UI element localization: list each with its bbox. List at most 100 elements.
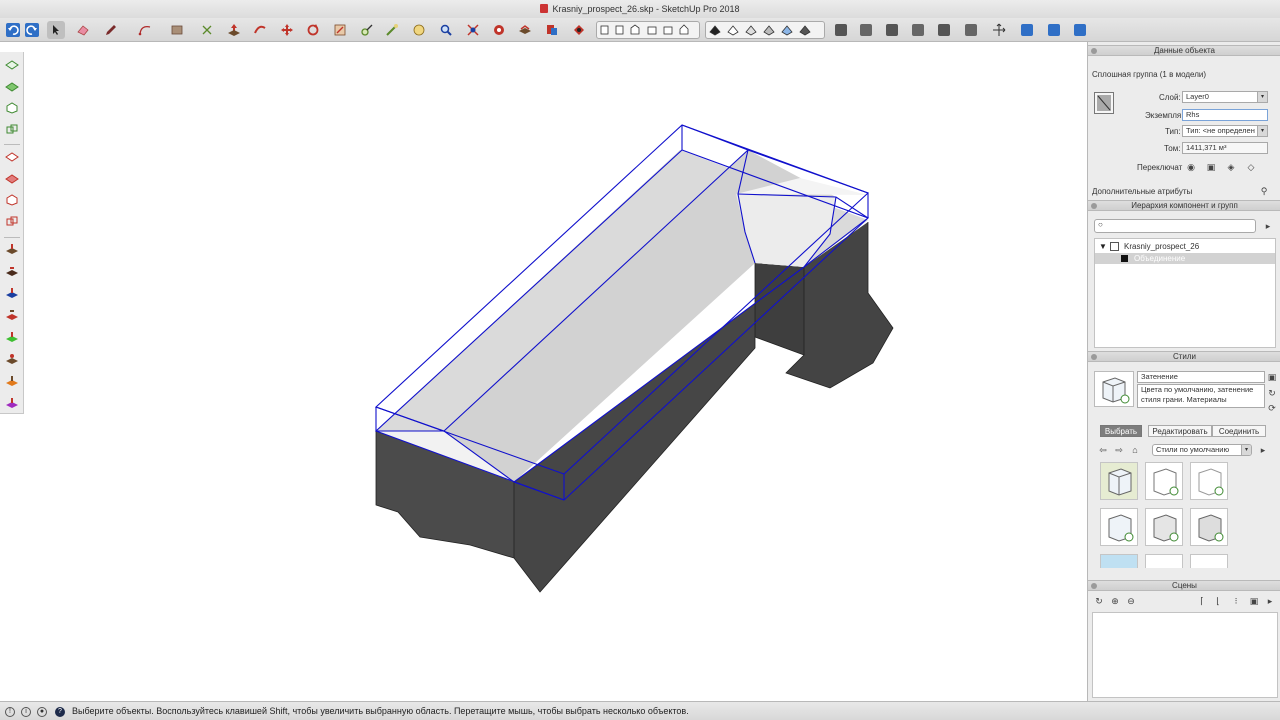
arc-icon[interactable] <box>136 21 154 39</box>
solid-tools-icon[interactable] <box>3 372 21 390</box>
style-description[interactable]: Цвета по умолчанию, затенение стиля гран… <box>1137 384 1265 408</box>
style-thumbnail[interactable] <box>1145 462 1183 500</box>
push-pull-icon[interactable] <box>225 21 243 39</box>
tab-mix[interactable]: Соединить <box>1212 425 1266 437</box>
style-thumbnail[interactable] <box>1190 554 1228 568</box>
shapes-icon[interactable] <box>168 21 186 39</box>
styles-header[interactable]: Стили <box>1088 351 1280 362</box>
library-details-icon[interactable]: ▸ <box>1257 444 1269 456</box>
receive-shadows-icon[interactable]: ◇ <box>1245 161 1257 173</box>
credits-icon[interactable]: i <box>21 707 31 717</box>
style-thumbnail[interactable] <box>1190 462 1228 500</box>
share-model-icon[interactable] <box>857 21 875 39</box>
shadows-icon[interactable] <box>962 21 980 39</box>
update-style-icon[interactable]: ↻ <box>1266 387 1278 399</box>
solid-intersect-icon[interactable] <box>3 284 21 302</box>
tab-select[interactable]: Выбрать <box>1100 425 1142 437</box>
entity-info-header[interactable]: Данные объекта <box>1088 45 1280 56</box>
look-around-icon[interactable] <box>1071 21 1089 39</box>
back-view-icon[interactable] <box>3 148 21 166</box>
solid-union-icon[interactable] <box>3 240 21 258</box>
add-scene-icon[interactable]: ⊕ <box>1109 595 1121 607</box>
back-arrow-icon[interactable]: ⇦ <box>1097 444 1109 456</box>
outliner-search-input[interactable]: ○ <box>1094 219 1256 233</box>
drawing-viewport[interactable] <box>24 42 1086 701</box>
tree-root-item[interactable]: Krasniy_prospect_26 <box>1124 242 1199 251</box>
lock-icon[interactable]: ▣ <box>1205 161 1217 173</box>
model-canvas[interactable] <box>24 42 1086 701</box>
follow-me-icon[interactable] <box>251 21 269 39</box>
panel-close-icon[interactable] <box>1091 583 1097 589</box>
move-scene-up-icon[interactable]: ⌈ <box>1196 595 1208 607</box>
style-thumbnail[interactable] <box>1100 554 1138 568</box>
axes-icon[interactable] <box>990 21 1008 39</box>
style-thumbnail[interactable] <box>1190 508 1228 546</box>
iso-view-icon[interactable] <box>3 56 21 74</box>
style-name-input[interactable]: Затенение <box>1137 371 1265 383</box>
scenes-list[interactable] <box>1092 612 1278 698</box>
tab-edit[interactable]: Редактировать <box>1148 425 1212 437</box>
section-plane-icon[interactable] <box>490 21 508 39</box>
style-thumbnail[interactable] <box>1100 462 1138 500</box>
outliner-options-icon[interactable]: ▸ <box>1262 220 1274 232</box>
solid-trim-icon[interactable] <box>3 306 21 324</box>
style-thumbnail[interactable] <box>1100 508 1138 546</box>
cast-shadows-icon[interactable]: ◈ <box>1225 161 1237 173</box>
advanced-attributes-icon[interactable]: ⚲ <box>1258 185 1270 197</box>
top-view-icon[interactable] <box>3 78 21 96</box>
parallel-view-icon[interactable] <box>3 213 21 231</box>
walk-icon[interactable] <box>1045 21 1063 39</box>
instance-input[interactable]: Rhs <box>1182 109 1268 121</box>
bottom-view-icon[interactable] <box>3 170 21 188</box>
scene-details-icon[interactable]: ▣ <box>1248 595 1260 607</box>
rotate-icon[interactable] <box>304 21 322 39</box>
scenes-header[interactable]: Сцены <box>1088 580 1280 591</box>
material-swatch[interactable] <box>1094 92 1114 114</box>
tree-row-selected[interactable]: Объединение <box>1095 253 1275 264</box>
remove-scene-icon[interactable]: ⊖ <box>1125 595 1137 607</box>
style-thumbnail[interactable] <box>1145 508 1183 546</box>
solid-subtract-icon[interactable] <box>3 262 21 280</box>
create-style-icon[interactable]: ▣ <box>1266 371 1278 383</box>
update-scene-icon[interactable]: ↻ <box>1093 595 1105 607</box>
tree-expand-icon[interactable]: ▼ <box>1099 242 1107 251</box>
layer-select[interactable]: Layer0 ▾ <box>1182 91 1268 103</box>
move-scene-down-icon[interactable]: ⌊ <box>1212 595 1224 607</box>
advanced-attributes-label[interactable]: Дополнительные атрибуты <box>1092 187 1192 196</box>
type-select[interactable]: Тип: <не определен ▾ <box>1182 125 1268 137</box>
solid-split-icon[interactable] <box>3 328 21 346</box>
help-icon[interactable]: ? <box>55 707 65 717</box>
text-icon[interactable] <box>410 21 428 39</box>
section-display-icon[interactable] <box>543 21 561 39</box>
zoom-extents-icon[interactable] <box>464 21 482 39</box>
undo-icon[interactable] <box>4 21 22 39</box>
left-view-icon[interactable] <box>3 191 21 209</box>
sandbox-icon[interactable] <box>935 21 953 39</box>
geo-location-icon[interactable]: ! <box>5 707 15 717</box>
tape-icon[interactable] <box>198 21 216 39</box>
layout-icon[interactable] <box>909 21 927 39</box>
home-icon[interactable]: ⌂ <box>1129 444 1141 456</box>
style-preview-thumbnail[interactable] <box>1094 371 1134 407</box>
zoom-icon[interactable] <box>437 21 455 39</box>
scale-icon[interactable] <box>331 21 349 39</box>
panel-close-icon[interactable] <box>1091 48 1097 54</box>
style-thumbnail[interactable] <box>1145 554 1183 568</box>
position-camera-icon[interactable] <box>1018 21 1036 39</box>
solid-inspector-icon[interactable] <box>3 394 21 412</box>
panel-close-icon[interactable] <box>1091 203 1097 209</box>
section-fill-icon[interactable] <box>516 21 534 39</box>
panel-close-icon[interactable] <box>1091 354 1097 360</box>
warehouse-icon[interactable] <box>832 21 850 39</box>
move-icon[interactable] <box>278 21 296 39</box>
solid-outer-shell-icon[interactable] <box>3 350 21 368</box>
right-view-icon[interactable] <box>3 121 21 139</box>
visibility-eye-icon[interactable]: ◉ <box>1185 161 1197 173</box>
select-icon[interactable] <box>47 21 65 39</box>
scene-options-icon[interactable]: ▸ <box>1264 595 1276 607</box>
user-icon[interactable]: ● <box>37 707 47 717</box>
style-library-select[interactable]: Стили по умолчанию ▾ <box>1152 444 1252 456</box>
section-cuts-icon[interactable] <box>570 21 588 39</box>
forward-arrow-icon[interactable]: ⇨ <box>1113 444 1125 456</box>
eraser-icon[interactable] <box>74 21 92 39</box>
